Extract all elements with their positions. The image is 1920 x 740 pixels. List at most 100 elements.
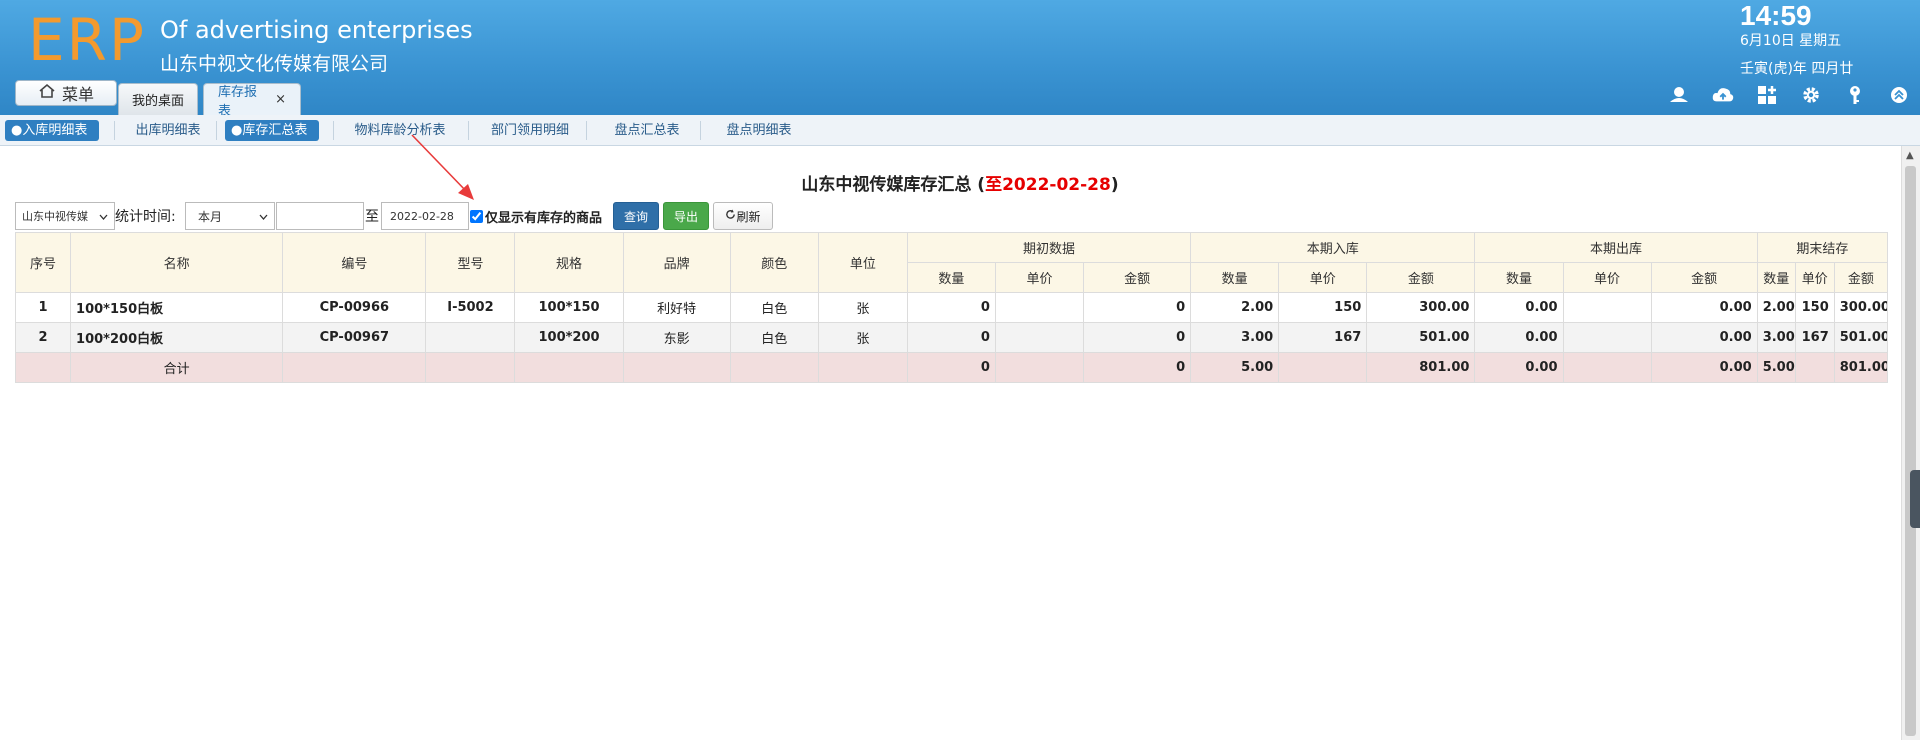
erp-logo: ERP <box>28 6 146 74</box>
col-subheader: 数量 <box>1756 262 1796 293</box>
start-date-input[interactable] <box>276 202 364 230</box>
subnav-divider <box>468 121 469 140</box>
clock-lunar-date: 壬寅(虎)年 四月廿 <box>1740 61 1854 77</box>
chevron-down-icon <box>99 210 108 223</box>
total-value: 5.00 <box>1756 352 1796 383</box>
col-group-header: 本期入库 <box>1190 232 1476 263</box>
cell-value: 2.00 <box>1756 292 1796 323</box>
cell-empty <box>729 352 819 383</box>
key-icon[interactable] <box>1844 84 1866 106</box>
cell-value: 167 <box>1794 322 1835 353</box>
time-label: 统计时间: <box>115 209 176 225</box>
subnav-stock-summary[interactable]: ●库存汇总表 <box>225 120 319 141</box>
cell-value: 0.00 <box>1650 322 1758 353</box>
table-row[interactable]: 2 100*200白板 CP-00967 100*200 东影 白色 张 0 0… <box>14 322 1889 353</box>
cell-empty <box>282 352 427 383</box>
cell-value <box>1562 292 1652 323</box>
total-value: 0.00 <box>1474 352 1564 383</box>
col-subheader: 单价 <box>1794 262 1835 293</box>
subnav-outbound-detail[interactable]: 出库明细表 <box>124 120 212 141</box>
total-value: 5.00 <box>1190 352 1280 383</box>
subnav-count-summary[interactable]: 盘点汇总表 <box>600 120 694 141</box>
cell-empty <box>514 352 624 383</box>
only-in-stock-checkbox[interactable]: 仅显示有库存的商品 <box>470 202 610 230</box>
scroll-up-icon[interactable]: ▲ <box>1906 150 1914 161</box>
cell-value: 3.00 <box>1190 322 1280 353</box>
cell-empty <box>622 352 731 383</box>
total-value <box>1278 352 1368 383</box>
end-date-input[interactable]: 2022-02-28 <box>381 202 469 230</box>
close-icon[interactable]: × <box>275 92 286 107</box>
cell-value: 150 <box>1794 292 1835 323</box>
report-title-text: 山东中视传媒库存汇总 ( <box>801 175 986 195</box>
col-header: 颜色 <box>729 232 819 293</box>
menu-label: 菜单 <box>61 85 94 104</box>
col-subheader: 单价 <box>1278 262 1368 293</box>
cell-name: 100*150白板 <box>70 292 284 323</box>
menu-button[interactable]: 菜单 <box>15 80 117 106</box>
total-value: 801.00 <box>1366 352 1476 383</box>
scrollbar-thumb[interactable] <box>1905 166 1916 736</box>
table-row[interactable]: 1 100*150白板 CP-00966 I-5002 100*150 利好特 … <box>14 292 1889 323</box>
company-select[interactable]: 山东中视传媒 <box>15 202 115 230</box>
chevron-down-icon <box>259 209 268 223</box>
cell-value: 0.00 <box>1650 292 1758 323</box>
col-header: 规格 <box>514 232 624 293</box>
stock-summary-table: 序号 名称 编号 型号 规格 品牌 颜色 单位 期初数据 本期入库 本期出库 期… <box>14 232 1889 383</box>
vertical-scrollbar[interactable]: ▲ <box>1901 146 1920 740</box>
tab-inventory-report[interactable]: 库存报表 × <box>203 83 301 119</box>
checkbox-input[interactable] <box>470 209 483 223</box>
user-icon[interactable] <box>1668 84 1690 106</box>
gear-icon[interactable] <box>1800 84 1822 106</box>
side-panel-handle[interactable] <box>1910 470 1920 528</box>
cell-empty <box>817 352 908 383</box>
cell-value: 0 <box>906 292 996 323</box>
date-to-label: 至 <box>365 209 379 225</box>
cell-empty <box>425 352 516 383</box>
tab-my-desktop[interactable]: 我的桌面 <box>118 83 198 115</box>
clock-date: 6月10日 星期五 <box>1740 33 1842 49</box>
subnav-divider <box>333 121 334 140</box>
refresh-button[interactable]: 刷新 <box>713 202 773 230</box>
col-subheader: 数量 <box>906 262 996 293</box>
chevron-up-circle-icon[interactable] <box>1888 84 1910 106</box>
cell-value: 3.00 <box>1756 322 1796 353</box>
total-value <box>1562 352 1652 383</box>
cell-value: 150 <box>1278 292 1368 323</box>
cell-value <box>1562 322 1652 353</box>
subnav-inbound-detail[interactable]: ●入库明细表 <box>5 120 99 141</box>
export-button[interactable]: 导出 <box>663 202 709 230</box>
col-header: 编号 <box>282 232 427 293</box>
table-header-row: 序号 名称 编号 型号 规格 品牌 颜色 单位 期初数据 本期入库 本期出库 期… <box>14 232 1889 293</box>
col-header: 名称 <box>70 232 284 293</box>
col-subheader: 金额 <box>1083 262 1192 293</box>
subnav-stock-age-analysis[interactable]: 物料库龄分析表 <box>344 120 456 141</box>
company-name-cn: 山东中视文化传媒有限公司 <box>160 53 389 75</box>
subnav-divider <box>586 121 587 140</box>
cell-value: 501.00 <box>1366 322 1476 353</box>
cell-spec: 100*200 <box>514 322 624 353</box>
subnav-divider <box>700 121 701 140</box>
subnav-department-usage[interactable]: 部门领用明细 <box>480 120 580 141</box>
cell-value: 2.00 <box>1190 292 1280 323</box>
total-value <box>1794 352 1835 383</box>
total-value: 0 <box>906 352 996 383</box>
query-button[interactable]: 查询 <box>613 202 659 230</box>
period-select[interactable]: 本月 <box>185 202 275 230</box>
report-title: 山东中视传媒库存汇总 (至2022-02-28) <box>0 170 1920 195</box>
total-label: 合计 <box>70 352 284 383</box>
col-subheader: 数量 <box>1474 262 1564 293</box>
cell-value: 0 <box>1083 292 1192 323</box>
total-value <box>994 352 1085 383</box>
cell-value: 0.00 <box>1474 322 1564 353</box>
col-subheader: 单价 <box>1562 262 1652 293</box>
col-group-header: 期末结存 <box>1756 232 1889 263</box>
home-icon <box>38 83 56 103</box>
subnav-count-detail[interactable]: 盘点明细表 <box>712 120 806 141</box>
period-select-value: 本月 <box>198 209 223 224</box>
report-title-suffix: ) <box>1110 175 1119 195</box>
refresh-label: 刷新 <box>736 209 761 224</box>
cloud-upload-icon[interactable] <box>1712 84 1734 106</box>
cell-value: 300.00 <box>1366 292 1476 323</box>
grid-add-icon[interactable] <box>1756 84 1778 106</box>
